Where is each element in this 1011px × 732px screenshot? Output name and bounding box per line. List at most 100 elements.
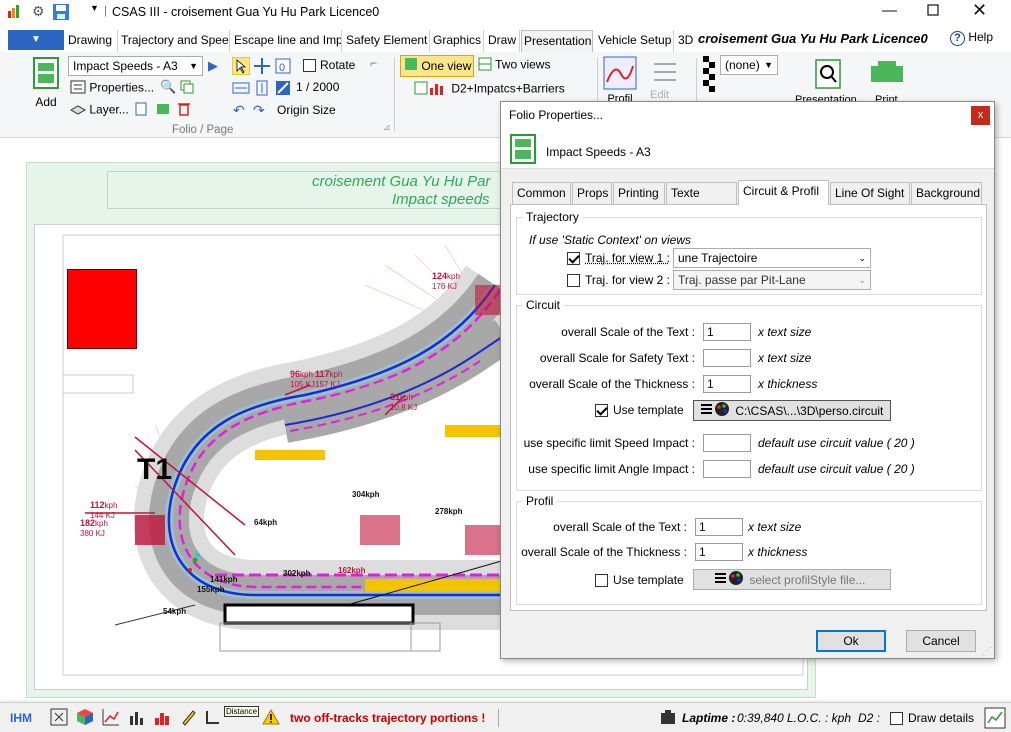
two-views-button[interactable]: Two views [478, 57, 550, 74]
tab-draw[interactable]: Draw [486, 30, 520, 52]
circuit-scale-thickness-label: overall Scale of the Thickness : [529, 377, 695, 391]
impact-label: 96kph 105 KJ [290, 369, 315, 389]
profil-button[interactable]: Profil [603, 56, 637, 105]
palette-icon [714, 570, 746, 592]
chart-view-icon [414, 80, 448, 99]
group-launcher-icon[interactable]: ⊿ [383, 122, 391, 133]
layout-grid-icon[interactable] [984, 707, 1006, 732]
tab-texte-areas[interactable]: Texte areas [666, 182, 737, 220]
legend-red-block [67, 269, 137, 349]
tab-drawing[interactable]: Drawing [66, 30, 118, 52]
origin-size-button[interactable]: Origin Size [277, 103, 336, 117]
context-select[interactable]: (none) ▼ [720, 55, 778, 75]
maximize-button[interactable] [927, 3, 939, 20]
print-button[interactable]: Print [870, 60, 904, 106]
ihm-label[interactable]: IHM [10, 711, 32, 725]
ok-button[interactable]: Ok [816, 630, 886, 652]
circuit-scale-thickness-unit: x thickness [758, 377, 818, 391]
quick-access-dropdown-icon[interactable]: ▼ [90, 3, 99, 13]
tab-graphics[interactable]: Graphics [431, 30, 484, 52]
delete-icon[interactable] [178, 102, 190, 119]
tab-presentation[interactable]: Presentation [521, 30, 593, 52]
green-page-icon[interactable] [156, 102, 170, 119]
undo-icon[interactable]: ↶ [233, 102, 245, 119]
fit-height-icon[interactable] [253, 80, 271, 99]
track-speed-label: 304kph [352, 490, 380, 499]
tab-props[interactable]: Props [572, 182, 612, 204]
loc-value: L.O.C. : kph [787, 711, 852, 725]
add-page-button[interactable]: Add [32, 56, 60, 109]
one-view-label: One view [421, 59, 472, 73]
settings-icon[interactable]: ⚙ [32, 3, 45, 20]
close-window-button[interactable]: ✕ [972, 0, 987, 21]
folio-select[interactable]: Impact Speeds - A3 ▼ [68, 56, 203, 76]
circuit-scale-thickness-input[interactable]: 1 [703, 375, 751, 393]
traj-view2-checkbox[interactable] [567, 274, 580, 287]
tab-circuit-profil[interactable]: Circuit & Profil [738, 180, 829, 205]
grid-tool-icon[interactable] [50, 708, 68, 729]
scale-value[interactable]: 1 / 2000 [296, 80, 339, 94]
resize-grip-icon[interactable]: ⋰ [982, 646, 992, 657]
minimize-button[interactable]: — [882, 2, 897, 19]
distance-button[interactable]: Distance [224, 706, 260, 717]
tab-common[interactable]: Common [512, 182, 571, 204]
help-button[interactable]: ? Help [950, 30, 993, 46]
track-speed-label: 302kph [283, 569, 311, 578]
redo-icon[interactable]: ↷ [253, 102, 265, 119]
pen-icon[interactable] [180, 708, 198, 729]
traj-view1-checkbox[interactable] [567, 252, 580, 265]
tab-background[interactable]: Background [911, 182, 982, 204]
properties-button[interactable]: Properties... [70, 80, 154, 97]
histogram-icon[interactable] [154, 708, 172, 729]
palette-icon [700, 401, 732, 423]
profil-scale-thickness-input[interactable]: 1 [695, 543, 743, 561]
zero-icon[interactable]: 0 [275, 57, 291, 78]
fit-width-icon[interactable] [232, 80, 250, 99]
traj-view2-label: Traj. for view 2 : [585, 273, 670, 287]
tab-safety-element[interactable]: Safety Element [344, 30, 430, 52]
play-icon[interactable]: ▶ [208, 58, 218, 74]
one-view-button[interactable]: One view [400, 55, 474, 77]
limit-angle-input[interactable] [703, 460, 751, 478]
tab-3d[interactable]: 3D [676, 30, 696, 52]
traj-view1-select[interactable]: une Trajectoire ⌄ [673, 248, 871, 268]
move-tool-icon[interactable] [253, 57, 271, 78]
presentation-button[interactable]: Presentation [795, 58, 857, 106]
tab-printing[interactable]: Printing [613, 182, 665, 204]
copy-icon[interactable] [180, 80, 194, 97]
profil-use-template-checkbox[interactable] [595, 574, 608, 587]
circuit-scale-safety-input[interactable] [703, 349, 751, 367]
select-tool-icon[interactable] [231, 56, 251, 78]
cube-icon[interactable] [76, 708, 94, 729]
page-add-icon[interactable] [134, 102, 148, 119]
limit-angle-label: use specific limit Angle Impact : [528, 462, 695, 476]
traj-view2-value: Traj. passe par Pit-Lane [678, 273, 806, 287]
add-label: Add [35, 95, 57, 109]
circuit-use-template-checkbox[interactable] [595, 404, 608, 417]
chart-icon[interactable] [102, 708, 120, 729]
circuit-template-button[interactable]: C:\CSAS\...\3D\perso.circuit [693, 400, 891, 421]
tab-trajectory[interactable]: Trajectory and Spee [119, 30, 230, 52]
tab-line-of-sight[interactable]: Line Of Sight [830, 182, 910, 204]
zoom-icon[interactable]: 🔍 [160, 79, 176, 95]
tab-vehicle-setup[interactable]: Vehicle Setup [596, 30, 674, 52]
profil-scale-text-input[interactable]: 1 [695, 518, 743, 536]
cancel-button[interactable]: Cancel [906, 630, 976, 652]
edit-button[interactable]: Edit [650, 56, 680, 101]
impact-label: 117kph 157 KJ [315, 369, 343, 389]
layers-button[interactable]: Layer... [69, 102, 129, 119]
limit-speed-input[interactable] [703, 434, 751, 452]
view-item-button[interactable]: D2+Impatcs+Barriers [414, 80, 565, 99]
scale-icon[interactable] [275, 80, 291, 99]
dialog-close-button[interactable]: x [971, 106, 990, 125]
profil-template-button[interactable]: select profilStyle file... [693, 569, 891, 590]
app-menu-button[interactable]: ▼ [8, 30, 64, 50]
bars-icon[interactable] [128, 708, 146, 729]
rotate-checkbox[interactable] [303, 59, 316, 72]
corner-icon[interactable] [204, 708, 222, 729]
circuit-scale-text-input[interactable]: 1 [703, 323, 751, 341]
draw-details-checkbox[interactable] [890, 712, 903, 725]
traj-view2-select[interactable]: Traj. passe par Pit-Lane ⌄ [673, 270, 871, 290]
save-icon[interactable] [52, 3, 70, 24]
tab-escape-line[interactable]: Escape line and Imp [232, 30, 342, 52]
